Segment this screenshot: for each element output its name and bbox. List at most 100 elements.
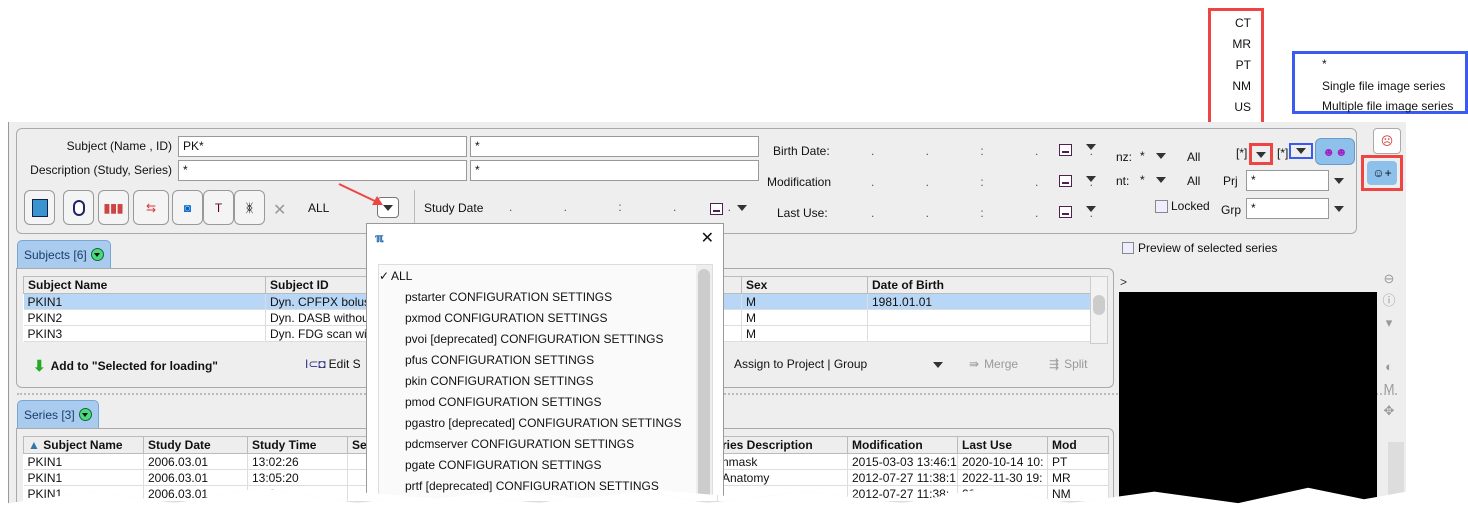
- module-option[interactable]: pvoi [deprecated] CONFIGURATION SETTINGS: [405, 332, 664, 346]
- column-header[interactable]: Sex: [741, 276, 868, 294]
- square-roi-button[interactable]: [24, 190, 55, 225]
- bar-chart-button[interactable]: ▮▮▮: [98, 190, 129, 225]
- list-scrollbar[interactable]: [696, 265, 712, 499]
- assign-project-button[interactable]: Assign to Project | Group: [734, 357, 867, 371]
- birth-date-range[interactable]: . . : . .: [871, 144, 1117, 158]
- series-type-menu: * Single file image series Multiple file…: [1292, 51, 1468, 114]
- locked-checkbox[interactable]: [1155, 200, 1168, 213]
- circle-button[interactable]: [63, 190, 94, 225]
- module-option[interactable]: pmod CONFIGURATION SETTINGS: [405, 395, 601, 409]
- chevron-down-icon[interactable]: [737, 205, 747, 211]
- cell: 2006.03.01: [143, 485, 248, 502]
- project-input[interactable]: *: [1246, 170, 1329, 191]
- module-option[interactable]: pgastro [deprecated] CONFIGURATION SETTI…: [405, 416, 682, 430]
- preview-expand-arrow[interactable]: >: [1120, 275, 1127, 289]
- module-option[interactable]: ALL: [391, 269, 412, 283]
- modality-option-nm[interactable]: NM: [1232, 79, 1251, 93]
- edit-button[interactable]: I⊂◘ Edit S: [305, 357, 361, 371]
- column-header[interactable]: Modification: [847, 436, 958, 454]
- camera-icon: ◙: [183, 200, 192, 215]
- series-type-option-single[interactable]: Single file image series: [1322, 79, 1445, 93]
- last-use-range[interactable]: . . : . .: [871, 206, 1117, 220]
- split-button[interactable]: ⇶ Split: [1049, 357, 1087, 371]
- column-header[interactable]: Date of Birth: [867, 276, 1091, 294]
- chevron-down-icon[interactable]: [1334, 178, 1344, 184]
- tab-series[interactable]: Series [3]: [17, 400, 99, 428]
- modality-option-mr[interactable]: MR: [1232, 37, 1251, 51]
- series-type-option-any[interactable]: *: [1322, 57, 1327, 71]
- group-input[interactable]: *: [1246, 198, 1329, 219]
- chevron-down-icon[interactable]: [1156, 153, 1166, 159]
- calendar-icon[interactable]: [1059, 144, 1072, 156]
- column-header[interactable]: Study Time: [247, 436, 348, 454]
- chevron-down-icon[interactable]: ▾: [1381, 312, 1397, 334]
- multi-subject-button[interactable]: ☻☻: [1315, 138, 1355, 165]
- cell: PKIN3: [23, 325, 266, 342]
- expand-icon[interactable]: [90, 248, 104, 261]
- calendar-icon[interactable]: [1059, 175, 1072, 187]
- people-button[interactable]: ᛤ: [234, 190, 265, 225]
- close-button[interactable]: ✕: [701, 228, 714, 248]
- modality-dropdown-button[interactable]: [1249, 143, 1273, 165]
- subjects-scrollbar[interactable]: [1090, 276, 1108, 344]
- scrollbar-thumb[interactable]: [698, 269, 710, 499]
- calendar-icon[interactable]: [1059, 206, 1072, 218]
- text-icon: T: [214, 200, 223, 215]
- chevron-down-icon[interactable]: [1086, 176, 1096, 182]
- modality-option-pt[interactable]: PT: [1236, 58, 1251, 72]
- series-type-option-multiple[interactable]: Multiple file image series: [1322, 99, 1453, 113]
- modality-option-us[interactable]: US: [1234, 100, 1251, 114]
- module-option[interactable]: pkin CONFIGURATION SETTINGS: [405, 374, 593, 388]
- edit-icon: I⊂◘: [305, 357, 326, 371]
- minus-icon[interactable]: ⊖: [1381, 268, 1397, 290]
- subject-id-input[interactable]: *: [470, 136, 759, 157]
- add-subject-button[interactable]: ☺+: [1367, 161, 1397, 185]
- module-option[interactable]: pxmod CONFIGURATION SETTINGS: [405, 311, 607, 325]
- module-option[interactable]: prtf [deprecated] CONFIGURATION SETTINGS: [405, 479, 659, 493]
- series-description-input[interactable]: *: [470, 160, 759, 181]
- tab-subjects[interactable]: Subjects [6]: [17, 240, 111, 268]
- modality-option-ct[interactable]: CT: [1235, 16, 1251, 30]
- crosshair-icon[interactable]: ✥: [1381, 400, 1397, 422]
- merge-button[interactable]: ⇛ Merge: [969, 357, 1018, 371]
- people-icon: ᛤ: [245, 200, 254, 215]
- subject-button[interactable]: ☹: [1373, 128, 1401, 154]
- column-header[interactable]: Subject Name: [23, 276, 266, 294]
- chevron-down-icon[interactable]: [1334, 206, 1344, 212]
- column-header[interactable]: Study Date: [143, 436, 248, 454]
- column-header[interactable]: Last Use: [957, 436, 1048, 454]
- calendar-icon[interactable]: [710, 203, 723, 215]
- cell: PKIN1: [23, 469, 144, 486]
- module-option[interactable]: pgate CONFIGURATION SETTINGS: [405, 458, 601, 472]
- chevron-down-icon[interactable]: [933, 362, 943, 368]
- cell: [867, 325, 1091, 342]
- series-type-dropdown-button[interactable]: [1289, 143, 1313, 159]
- camera-button[interactable]: ◙: [172, 190, 203, 225]
- chevron-down-icon[interactable]: [1156, 177, 1166, 183]
- preview-scrollbar[interactable]: [1388, 442, 1404, 504]
- contrast-icon[interactable]: ◐: [1381, 356, 1397, 378]
- text-button[interactable]: T: [203, 190, 234, 225]
- module-option[interactable]: pdcmserver CONFIGURATION SETTINGS: [405, 437, 634, 451]
- modification-range[interactable]: . . : . .: [871, 175, 1117, 189]
- subject-name-input[interactable]: PK*: [178, 136, 467, 157]
- column-header[interactable]: ries Description: [717, 436, 848, 454]
- info-icon[interactable]: ⓘ: [1381, 290, 1397, 312]
- chevron-down-icon[interactable]: [1086, 144, 1096, 150]
- nt-all: All: [1187, 174, 1201, 188]
- module-option[interactable]: pstarter CONFIGURATION SETTINGS: [405, 290, 612, 304]
- chevron-down-icon: [1296, 148, 1306, 154]
- add-to-selected-button[interactable]: ⬇ Add to "Selected for loading": [33, 357, 218, 375]
- column-header[interactable]: ▲ Subject Name: [23, 436, 144, 454]
- cell: 2020-10-14 10:: [957, 453, 1048, 470]
- expand-icon[interactable]: [78, 408, 92, 421]
- module-option[interactable]: pfus CONFIGURATION SETTINGS: [405, 353, 594, 367]
- chevron-down-icon[interactable]: [1086, 206, 1096, 212]
- scrollbar-thumb[interactable]: [1093, 295, 1105, 315]
- m-icon[interactable]: M: [1381, 378, 1397, 400]
- column-header[interactable]: Mod: [1047, 436, 1109, 454]
- clear-icon[interactable]: ✕: [273, 200, 286, 220]
- study-description-input[interactable]: *: [178, 160, 467, 181]
- transfer-button[interactable]: ⇆: [133, 190, 169, 225]
- preview-checkbox[interactable]: [1122, 242, 1134, 254]
